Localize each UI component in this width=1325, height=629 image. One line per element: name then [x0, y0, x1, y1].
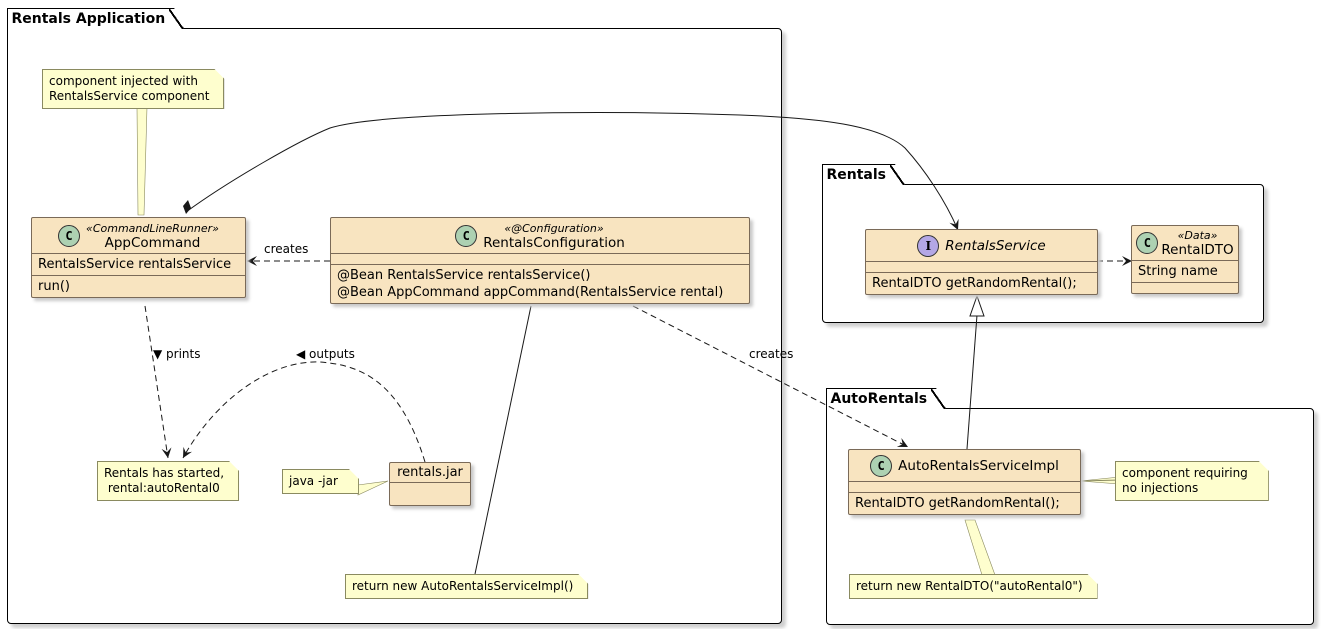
note-return-rental-dto: return new RentalDTO("autoRental0") — [849, 574, 1098, 599]
edge-label-prints: ▼ prints — [153, 347, 201, 361]
methods-section: run() — [32, 275, 245, 297]
method: @Bean RentalsService rentalsService() — [337, 268, 591, 283]
note-line: rental:autoRental0 — [104, 481, 220, 495]
stereotype: «@Configuration» — [504, 222, 604, 235]
interface-rentals-service[interactable]: I RentalsService RentalDTO getRandomRent… — [865, 229, 1098, 295]
class-name: AutoRentalsServiceImpl — [898, 457, 1059, 474]
note-java-jar: java -jar — [282, 469, 359, 494]
stereotype: «Data» — [1177, 229, 1218, 242]
note-line: java -jar — [289, 474, 338, 488]
note-line: no injections — [1122, 481, 1199, 495]
note-line: component requiring — [1122, 466, 1248, 480]
class-name: RentalsConfiguration — [483, 235, 625, 251]
field: RentalsService rentalsService — [38, 257, 232, 272]
note-line: Rentals has started, — [104, 466, 225, 480]
package-tab: AutoRentals — [826, 388, 947, 409]
note-line: RentalsService component — [49, 89, 210, 103]
class-name: RentalDTO — [1161, 242, 1234, 258]
method: RentalDTO getRandomRental(); — [855, 496, 1060, 511]
fields-section — [866, 261, 1097, 272]
class-icon: C — [455, 225, 478, 247]
method: @Bean AppCommand appCommand(RentalsServi… — [337, 285, 724, 300]
note-component-requiring: component requiring no injections — [1115, 461, 1269, 501]
package-rentals-application: Rentals Application — [7, 28, 782, 624]
artifact-rentals-jar[interactable]: rentals.jar — [389, 462, 471, 506]
edge-label-creates-impl: creates — [749, 347, 794, 361]
methods-section: @Bean RentalsService rentalsService() @B… — [331, 264, 749, 303]
methods-section: RentalDTO getRandomRental(); — [849, 492, 1080, 514]
class-app-command[interactable]: C «CommandLineRunner» AppCommand Rentals… — [31, 217, 246, 298]
note-line: return new RentalDTO("autoRental0") — [856, 579, 1083, 593]
interface-name: RentalsService — [945, 237, 1046, 254]
edge-label-outputs: ◀ outputs — [296, 347, 355, 361]
method: run() — [38, 279, 70, 294]
fields-section — [849, 481, 1080, 492]
stereotype: «CommandLineRunner» — [86, 222, 219, 235]
class-icon: C — [1136, 232, 1159, 254]
note-line: return new AutoRentalsServiceImpl() — [352, 579, 574, 593]
method: RentalDTO getRandomRental(); — [872, 276, 1077, 291]
class-rental-dto[interactable]: C «Data» RentalDTO String name — [1131, 225, 1239, 294]
fields-section: RentalsService rentalsService — [32, 253, 245, 275]
note-component-injected: component injected with RentalsService c… — [42, 69, 224, 109]
class-auto-rentals-service-impl[interactable]: C AutoRentalsServiceImpl RentalDTO getRa… — [848, 449, 1081, 515]
interface-icon: I — [917, 235, 940, 257]
artifact-name: rentals.jar — [397, 465, 463, 480]
field: String name — [1138, 264, 1218, 279]
class-name: AppCommand — [104, 235, 201, 251]
package-tab: Rentals Application — [7, 8, 185, 29]
methods-section — [1132, 282, 1238, 293]
note-line: component injected with — [49, 74, 198, 88]
edge-label-creates-app: creates — [264, 242, 309, 256]
artifact-body — [390, 482, 470, 505]
note-return-auto-impl: return new AutoRentalsServiceImpl() — [345, 574, 588, 599]
class-icon: C — [870, 455, 893, 477]
fields-section — [331, 253, 749, 264]
class-rentals-configuration[interactable]: C «@Configuration» RentalsConfiguration … — [330, 217, 750, 304]
note-rentals-started: Rentals has started, rental:autoRental0 — [97, 461, 239, 501]
class-icon: C — [58, 225, 81, 247]
methods-section: RentalDTO getRandomRental(); — [866, 272, 1097, 294]
package-tab: Rentals — [822, 164, 906, 185]
fields-section: String name — [1132, 260, 1238, 282]
